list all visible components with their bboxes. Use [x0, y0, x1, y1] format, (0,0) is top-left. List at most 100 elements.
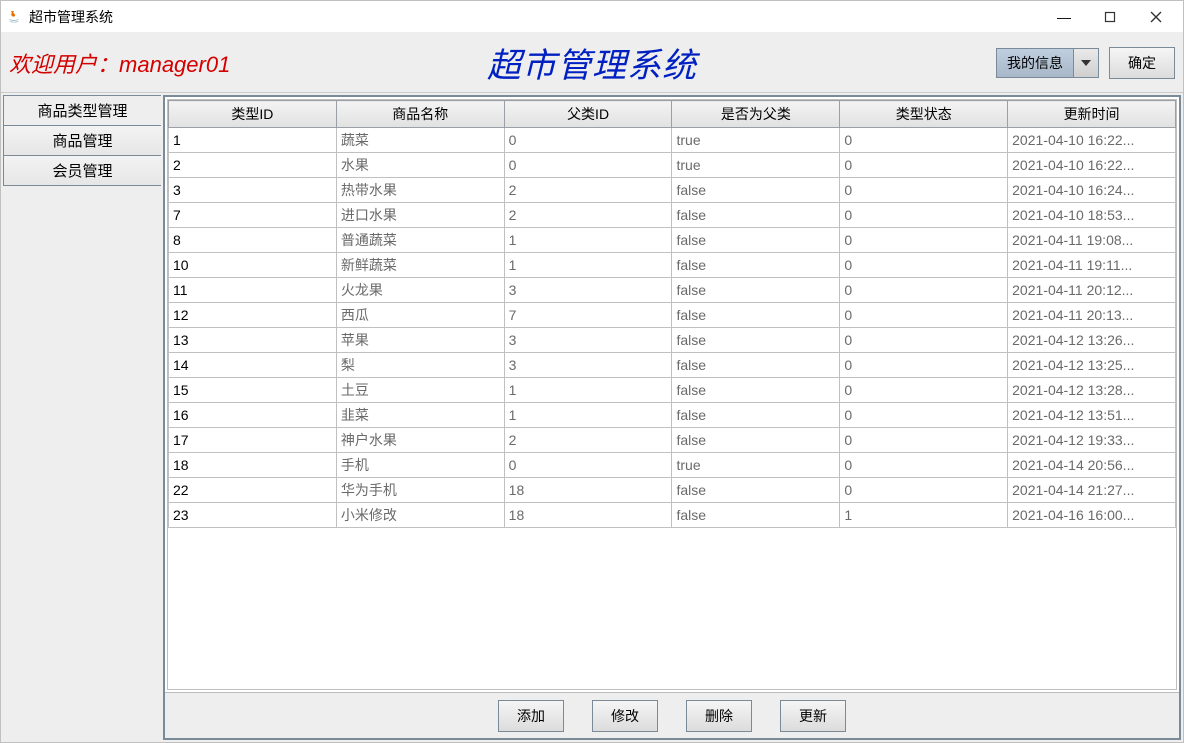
table-row[interactable]: 10新鲜蔬菜1false02021-04-11 19:11... — [169, 253, 1176, 278]
table-row[interactable]: 14梨3false02021-04-12 13:25... — [169, 353, 1176, 378]
table-cell: false — [672, 253, 840, 278]
side-tab-2[interactable]: 会员管理 — [3, 156, 161, 186]
table-cell: 0 — [840, 278, 1008, 303]
table-cell: 7 — [169, 203, 337, 228]
java-icon — [5, 8, 23, 26]
table-row[interactable]: 3热带水果2false02021-04-10 16:24... — [169, 178, 1176, 203]
table-row[interactable]: 17神户水果2false02021-04-12 19:33... — [169, 428, 1176, 453]
col-header-4[interactable]: 类型状态 — [840, 101, 1008, 128]
table-cell: 2021-04-10 16:24... — [1008, 178, 1176, 203]
table-cell: false — [672, 378, 840, 403]
close-button[interactable] — [1133, 2, 1179, 32]
table-cell: 华为手机 — [336, 478, 504, 503]
table-area[interactable]: 类型ID商品名称父类ID是否为父类类型状态更新时间 1蔬菜0true02021-… — [167, 99, 1177, 690]
edit-button[interactable]: 修改 — [592, 700, 658, 732]
table-row[interactable]: 12西瓜7false02021-04-11 20:13... — [169, 303, 1176, 328]
table-cell: 神户水果 — [336, 428, 504, 453]
table-cell: 水果 — [336, 153, 504, 178]
table-cell: 0 — [504, 453, 672, 478]
side-tab-0[interactable]: 商品类型管理 — [3, 95, 161, 126]
add-button[interactable]: 添加 — [498, 700, 564, 732]
table-row[interactable]: 15土豆1false02021-04-12 13:28... — [169, 378, 1176, 403]
table-cell: 热带水果 — [336, 178, 504, 203]
table-cell: 15 — [169, 378, 337, 403]
delete-button[interactable]: 删除 — [686, 700, 752, 732]
table-cell: 手机 — [336, 453, 504, 478]
col-header-0[interactable]: 类型ID — [169, 101, 337, 128]
table-cell: 1 — [840, 503, 1008, 528]
table-cell: 2021-04-10 16:22... — [1008, 153, 1176, 178]
col-header-1[interactable]: 商品名称 — [336, 101, 504, 128]
bottom-bar: 添加 修改 删除 更新 — [165, 692, 1179, 738]
table-cell: 2021-04-14 20:56... — [1008, 453, 1176, 478]
welcome-text: 欢迎用户：manager01 — [9, 47, 230, 79]
table-row[interactable]: 22华为手机18false02021-04-14 21:27... — [169, 478, 1176, 503]
table-cell: true — [672, 128, 840, 153]
table-cell: 18 — [504, 503, 672, 528]
table-cell: 18 — [504, 478, 672, 503]
table-cell: 2021-04-12 13:25... — [1008, 353, 1176, 378]
table-row[interactable]: 8普通蔬菜1false02021-04-11 19:08... — [169, 228, 1176, 253]
header-banner: 欢迎用户：manager01 超市管理系统 我的信息 确定 — [1, 33, 1183, 93]
ok-button[interactable]: 确定 — [1109, 47, 1175, 79]
table-cell: 22 — [169, 478, 337, 503]
side-tab-1[interactable]: 商品管理 — [3, 126, 161, 156]
table-cell: 小米修改 — [336, 503, 504, 528]
table-cell: 0 — [840, 228, 1008, 253]
app-title: 超市管理系统 — [487, 38, 697, 87]
table-cell: false — [672, 278, 840, 303]
table-cell: 14 — [169, 353, 337, 378]
table-cell: 2021-04-11 19:11... — [1008, 253, 1176, 278]
table-cell: 1 — [504, 253, 672, 278]
table-row[interactable]: 2水果0true02021-04-10 16:22... — [169, 153, 1176, 178]
table-cell: false — [672, 203, 840, 228]
data-table: 类型ID商品名称父类ID是否为父类类型状态更新时间 1蔬菜0true02021-… — [168, 100, 1176, 528]
table-cell: 18 — [169, 453, 337, 478]
table-cell: false — [672, 328, 840, 353]
table-row[interactable]: 18手机0true02021-04-14 20:56... — [169, 453, 1176, 478]
table-row[interactable]: 13苹果3false02021-04-12 13:26... — [169, 328, 1176, 353]
username: manager01 — [119, 52, 230, 77]
minimize-button[interactable]: — — [1041, 2, 1087, 32]
window-title: 超市管理系统 — [29, 7, 113, 27]
refresh-button[interactable]: 更新 — [780, 700, 846, 732]
table-cell: 0 — [840, 128, 1008, 153]
table-cell: 2 — [504, 178, 672, 203]
table-cell: 13 — [169, 328, 337, 353]
table-row[interactable]: 1蔬菜0true02021-04-10 16:22... — [169, 128, 1176, 153]
table-cell: true — [672, 153, 840, 178]
table-cell: 0 — [840, 178, 1008, 203]
table-cell: 3 — [504, 353, 672, 378]
table-cell: 0 — [840, 328, 1008, 353]
side-tabs: 商品类型管理商品管理会员管理 — [3, 95, 161, 740]
table-cell: 8 — [169, 228, 337, 253]
table-cell: false — [672, 503, 840, 528]
table-cell: 7 — [504, 303, 672, 328]
table-cell: 23 — [169, 503, 337, 528]
table-cell: 12 — [169, 303, 337, 328]
col-header-2[interactable]: 父类ID — [504, 101, 672, 128]
table-cell: 0 — [840, 203, 1008, 228]
table-row[interactable]: 11火龙果3false02021-04-11 20:12... — [169, 278, 1176, 303]
table-cell: 梨 — [336, 353, 504, 378]
table-cell: false — [672, 353, 840, 378]
table-cell: false — [672, 403, 840, 428]
maximize-button[interactable] — [1087, 2, 1133, 32]
table-cell: 10 — [169, 253, 337, 278]
table-cell: 1 — [504, 228, 672, 253]
chevron-down-icon[interactable] — [1074, 49, 1098, 77]
table-cell: 11 — [169, 278, 337, 303]
table-cell: 苹果 — [336, 328, 504, 353]
table-cell: false — [672, 178, 840, 203]
col-header-5[interactable]: 更新时间 — [1008, 101, 1176, 128]
col-header-3[interactable]: 是否为父类 — [672, 101, 840, 128]
table-cell: false — [672, 303, 840, 328]
table-row[interactable]: 23小米修改18false12021-04-16 16:00... — [169, 503, 1176, 528]
table-cell: 火龙果 — [336, 278, 504, 303]
table-cell: 0 — [840, 428, 1008, 453]
my-info-dropdown[interactable]: 我的信息 — [996, 48, 1099, 78]
table-cell: true — [672, 453, 840, 478]
table-row[interactable]: 7进口水果2false02021-04-10 18:53... — [169, 203, 1176, 228]
table-row[interactable]: 16韭菜1false02021-04-12 13:51... — [169, 403, 1176, 428]
table-cell: 0 — [840, 378, 1008, 403]
